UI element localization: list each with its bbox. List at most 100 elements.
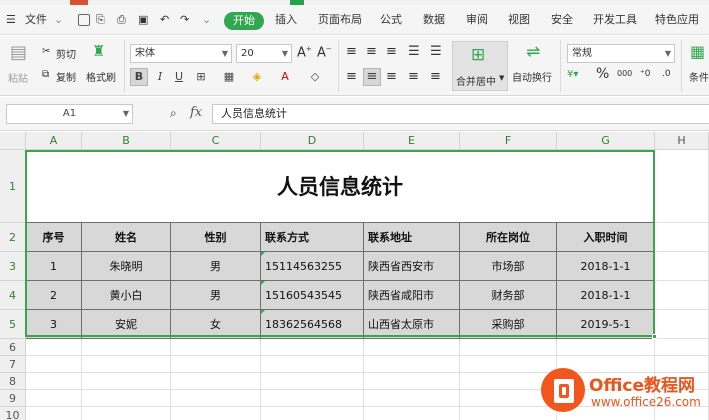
- column-header-h[interactable]: H: [655, 132, 709, 150]
- cut-icon[interactable]: ✂: [42, 46, 50, 57]
- empty-cell[interactable]: [82, 339, 171, 356]
- fill-handle[interactable]: [652, 334, 657, 339]
- data-cell[interactable]: 朱晓明: [82, 252, 171, 281]
- indent-icon[interactable]: ☰: [408, 44, 420, 59]
- print-icon[interactable]: ⎙: [117, 11, 126, 29]
- header-cell[interactable]: 联系地址: [364, 223, 460, 252]
- empty-cell[interactable]: [261, 390, 364, 407]
- tab-insert[interactable]: 插入: [275, 11, 297, 29]
- tab-home[interactable]: 开始: [224, 12, 264, 30]
- column-header-e[interactable]: E: [364, 132, 460, 150]
- empty-cell[interactable]: [655, 150, 709, 223]
- format-painter-icon[interactable]: ♜: [92, 42, 105, 60]
- font-size-select[interactable]: 20 ▼: [236, 44, 292, 63]
- select-all-corner[interactable]: [0, 132, 26, 150]
- redo-icon[interactable]: ↷: [180, 11, 189, 29]
- save-icon[interactable]: [78, 14, 90, 26]
- data-cell[interactable]: 15160543545: [261, 281, 364, 310]
- data-cell[interactable]: 陕西省咸阳市: [364, 281, 460, 310]
- header-cell[interactable]: 所在岗位: [460, 223, 557, 252]
- empty-cell[interactable]: [261, 339, 364, 356]
- tab-view[interactable]: 视图: [508, 11, 530, 29]
- data-cell[interactable]: 财务部: [460, 281, 557, 310]
- data-cell[interactable]: 女: [171, 310, 261, 339]
- thousands-button[interactable]: 000: [617, 69, 632, 78]
- empty-cell[interactable]: [655, 281, 709, 310]
- table-title-cell[interactable]: 人员信息统计: [26, 150, 655, 223]
- empty-cell[interactable]: [364, 339, 460, 356]
- row-header-9[interactable]: 9: [0, 390, 26, 407]
- formula-input[interactable]: 人员信息统计: [212, 104, 709, 124]
- wrap-text-icon[interactable]: ⇌: [526, 42, 540, 62]
- zoom-search-icon[interactable]: ⌕: [170, 106, 177, 121]
- fill-color-icon[interactable]: ◈: [248, 68, 266, 86]
- row-header-3[interactable]: 3: [0, 252, 26, 281]
- paste-button[interactable]: 粘贴: [8, 70, 28, 85]
- file-menu[interactable]: 文件: [25, 11, 47, 29]
- empty-cell[interactable]: [82, 373, 171, 390]
- empty-cell[interactable]: [82, 356, 171, 373]
- export-icon[interactable]: ⎘: [96, 11, 105, 29]
- data-cell[interactable]: 采购部: [460, 310, 557, 339]
- row-header-8[interactable]: 8: [0, 373, 26, 390]
- empty-cell[interactable]: [26, 356, 82, 373]
- data-cell[interactable]: 陕西省西安市: [364, 252, 460, 281]
- wrap-text-button[interactable]: 自动换行: [512, 69, 552, 84]
- print-preview-icon[interactable]: ▣: [138, 11, 148, 29]
- tab-review[interactable]: 审阅: [466, 11, 488, 29]
- column-header-f[interactable]: F: [460, 132, 557, 150]
- header-cell[interactable]: 入职时间: [557, 223, 655, 252]
- column-header-g[interactable]: G: [557, 132, 655, 150]
- paste-icon[interactable]: ▤: [10, 42, 27, 63]
- tab-page-layout[interactable]: 页面布局: [318, 11, 362, 29]
- empty-cell[interactable]: [261, 373, 364, 390]
- column-header-b[interactable]: B: [82, 132, 171, 150]
- data-cell[interactable]: 男: [171, 281, 261, 310]
- chevron-down-icon[interactable]: ⌄: [202, 11, 211, 29]
- data-cell[interactable]: 2019-5-1: [557, 310, 655, 339]
- data-cell[interactable]: 2: [26, 281, 82, 310]
- conditional-format-icon[interactable]: ▦: [690, 42, 705, 61]
- currency-icon[interactable]: ¥▾: [567, 69, 578, 80]
- empty-cell[interactable]: [261, 356, 364, 373]
- copy-icon[interactable]: ⧉: [42, 69, 49, 80]
- empty-cell[interactable]: [261, 407, 364, 420]
- row-header-10[interactable]: 10: [0, 407, 26, 420]
- data-cell[interactable]: 2018-1-1: [557, 281, 655, 310]
- percent-button[interactable]: %: [596, 66, 609, 82]
- row-header-7[interactable]: 7: [0, 356, 26, 373]
- row-header-2[interactable]: 2: [0, 223, 26, 252]
- clear-format-icon[interactable]: ◇: [306, 68, 324, 86]
- format-painter-button[interactable]: 格式刷: [86, 69, 116, 84]
- insert-function-button[interactable]: fx: [190, 105, 202, 120]
- cut-button[interactable]: 剪切: [56, 46, 76, 61]
- empty-cell[interactable]: [171, 373, 261, 390]
- row-header-1[interactable]: 1: [0, 150, 26, 223]
- data-cell[interactable]: 安妮: [82, 310, 171, 339]
- tab-developer[interactable]: 开发工具: [593, 11, 637, 29]
- decrease-font-icon[interactable]: A−: [317, 45, 332, 60]
- empty-cell[interactable]: [460, 339, 557, 356]
- data-cell[interactable]: 黄小白: [82, 281, 171, 310]
- distributed-icon[interactable]: ≡: [430, 69, 441, 84]
- tab-data[interactable]: 数据: [423, 11, 445, 29]
- empty-cell[interactable]: [364, 356, 460, 373]
- tab-formulas[interactable]: 公式: [380, 11, 402, 29]
- column-header-d[interactable]: D: [261, 132, 364, 150]
- row-header-4[interactable]: 4: [0, 281, 26, 310]
- header-cell[interactable]: 联系方式: [261, 223, 364, 252]
- justify-icon[interactable]: ≡: [408, 69, 419, 84]
- outdent-icon[interactable]: ☰: [430, 44, 442, 59]
- header-cell[interactable]: 姓名: [82, 223, 171, 252]
- data-cell[interactable]: 山西省太原市: [364, 310, 460, 339]
- empty-cell[interactable]: [26, 373, 82, 390]
- empty-cell[interactable]: [82, 407, 171, 420]
- empty-cell[interactable]: [364, 373, 460, 390]
- empty-cell[interactable]: [655, 223, 709, 252]
- tab-security[interactable]: 安全: [551, 11, 573, 29]
- row-header-6[interactable]: 6: [0, 339, 26, 356]
- font-name-select[interactable]: 宋体 ▼: [130, 44, 232, 63]
- column-header-a[interactable]: A: [26, 132, 82, 150]
- align-right-icon[interactable]: ≡: [386, 69, 397, 84]
- align-top-icon[interactable]: ≡: [346, 44, 357, 59]
